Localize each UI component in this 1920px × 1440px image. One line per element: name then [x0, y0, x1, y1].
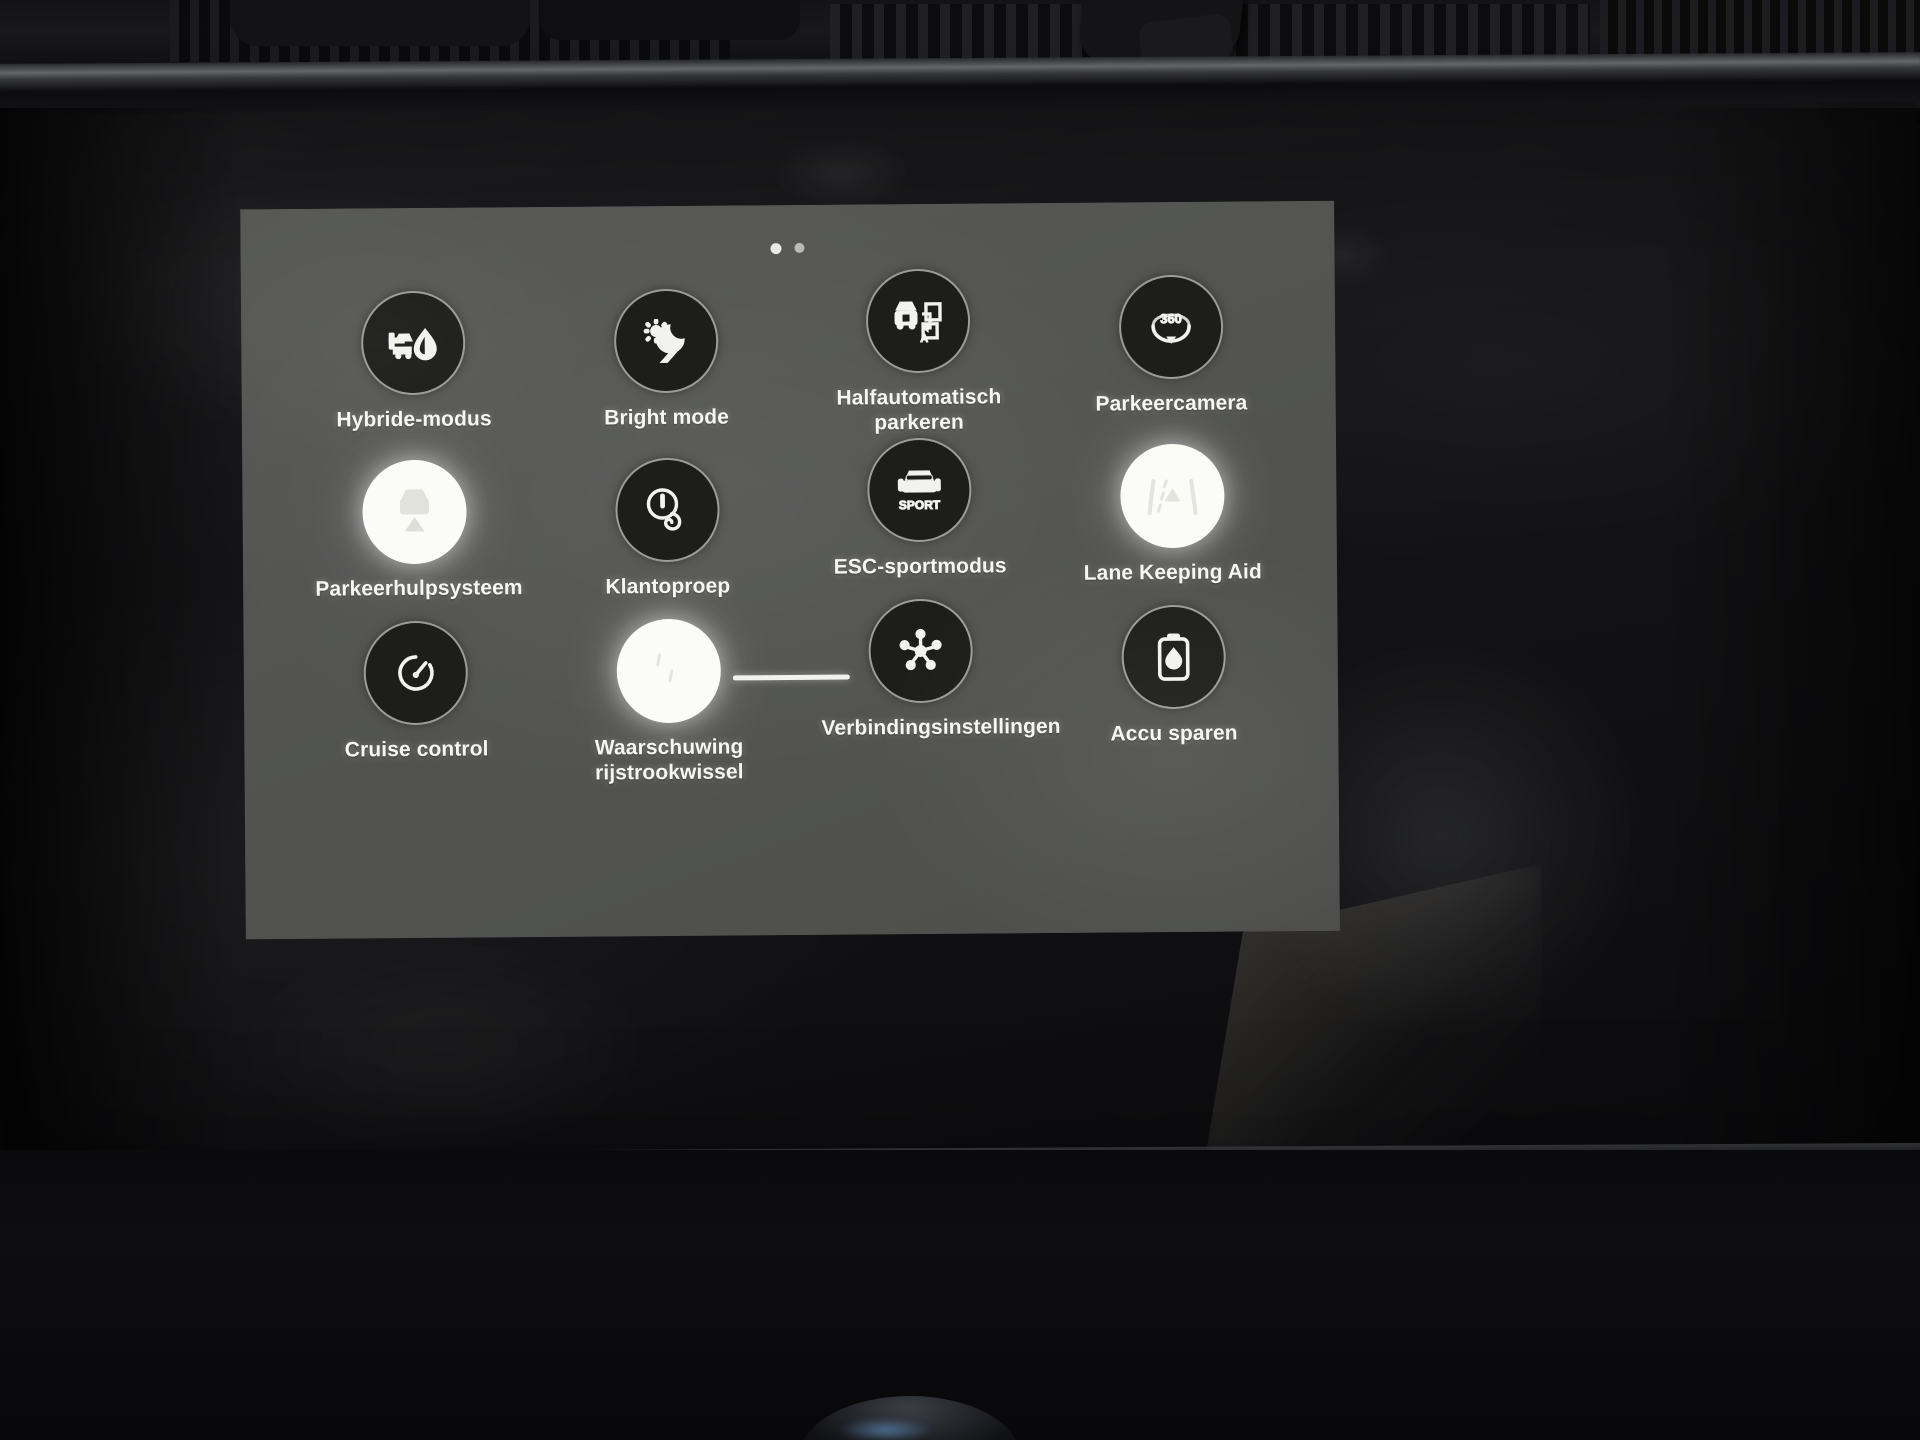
page-indicator[interactable] — [240, 239, 1334, 259]
quick-setting-tile[interactable]: Cruise control — [289, 610, 543, 789]
parking-assist-icon — [387, 487, 443, 535]
tile-label: Parkeercamera — [1095, 391, 1248, 416]
toggle-circle-parking-assist[interactable] — [362, 459, 468, 564]
toggle-circle-bright-mode[interactable] — [613, 288, 719, 394]
toggle-circle-customer-call[interactable] — [614, 457, 720, 562]
toggle-circle-connection-settings[interactable] — [868, 598, 974, 704]
tile-label: Accu sparen — [1110, 721, 1238, 746]
quick-settings-screen: Hybride-modus Bright mode A Halfautomati… — [240, 200, 1340, 940]
quick-setting-tile[interactable]: Accu sparen — [1047, 594, 1301, 783]
svg-text:SPORT: SPORT — [899, 497, 941, 511]
svg-text:A: A — [920, 333, 928, 344]
connection-settings-icon — [897, 627, 945, 675]
customer-call-icon — [643, 486, 691, 532]
quick-setting-tile[interactable]: 360 Parkeercamera — [1044, 264, 1298, 435]
knob-backlight — [838, 1418, 934, 1440]
lane-change-warning-icon — [641, 649, 695, 693]
cruise-control-icon — [393, 651, 439, 695]
bezel-shadow-right — [1660, 108, 1920, 1168]
dashboard-bottom — [0, 1150, 1920, 1440]
tile-label: Waarschuwing rijstrookwissel — [594, 735, 744, 785]
quick-setting-tile[interactable]: Verbindingsinstellingen — [794, 588, 1061, 785]
bezel-shadow-left — [0, 108, 240, 1168]
air-vent-grill-right — [1600, 0, 1920, 58]
esc-sport-icon: SPORT — [893, 465, 945, 513]
toggle-circle-hybrid-mode[interactable] — [361, 290, 466, 396]
tile-label: Bright mode — [604, 405, 730, 430]
tile-label: Verbindingsinstellingen — [821, 715, 1061, 741]
hybrid-mode-icon — [387, 323, 439, 363]
toggle-circle-esc-sport[interactable]: SPORT — [867, 437, 973, 542]
quick-settings-grid: Hybride-modus Bright mode A Halfautomati… — [287, 268, 1301, 789]
toggle-circle-battery-save[interactable] — [1121, 604, 1226, 710]
quick-setting-tile[interactable]: SPORT ESC-sportmodus — [793, 427, 1047, 599]
quick-setting-tile[interactable]: Parkeerhulpsysteem — [288, 448, 542, 602]
toggle-circle-lane-change-warning[interactable] — [616, 618, 721, 724]
dash-shadow-left — [230, 0, 530, 46]
quick-setting-tile[interactable]: Klantoproep — [541, 447, 795, 601]
glass-smudge-a — [776, 138, 907, 210]
tile-label: Hybride-modus — [336, 407, 492, 432]
quick-setting-tile[interactable]: Waarschuwing rijstrookwissel — [542, 608, 796, 787]
tile-label: Klantoproep — [605, 574, 731, 598]
bright-mode-icon — [641, 318, 691, 364]
home-indicator-bar[interactable] — [732, 674, 850, 681]
page-dot-2[interactable] — [794, 242, 805, 253]
lane-keeping-icon — [1145, 472, 1199, 518]
svg-text:360: 360 — [1160, 311, 1182, 326]
toggle-circle-lane-keeping[interactable] — [1119, 443, 1225, 548]
quick-setting-tile[interactable]: Lane Keeping Aid — [1045, 433, 1299, 597]
tile-label: Cruise control — [344, 737, 489, 762]
toggle-circle-360-camera[interactable]: 360 — [1118, 274, 1224, 380]
tile-label: Parkeerhulpsysteem — [315, 575, 523, 601]
tile-label: ESC-sportmodus — [833, 553, 1007, 579]
quick-setting-tile[interactable]: Hybride-modus — [287, 280, 541, 441]
glass-reflection-bottom-left — [232, 940, 654, 1154]
page-dot-1[interactable] — [770, 243, 782, 255]
semi-auto-parking-icon: A — [892, 298, 944, 344]
dash-shadow-mid — [540, 0, 800, 40]
toggle-circle-semi-auto-parking[interactable]: A — [865, 268, 971, 374]
toggle-circle-cruise-control[interactable] — [363, 620, 469, 726]
360-camera-icon: 360 — [1147, 310, 1195, 344]
quick-setting-tile[interactable]: A Halfautomatisch parkeren — [792, 258, 1046, 437]
quick-setting-tile[interactable]: Bright mode — [539, 278, 793, 439]
tile-label: Lane Keeping Aid — [1083, 559, 1262, 585]
